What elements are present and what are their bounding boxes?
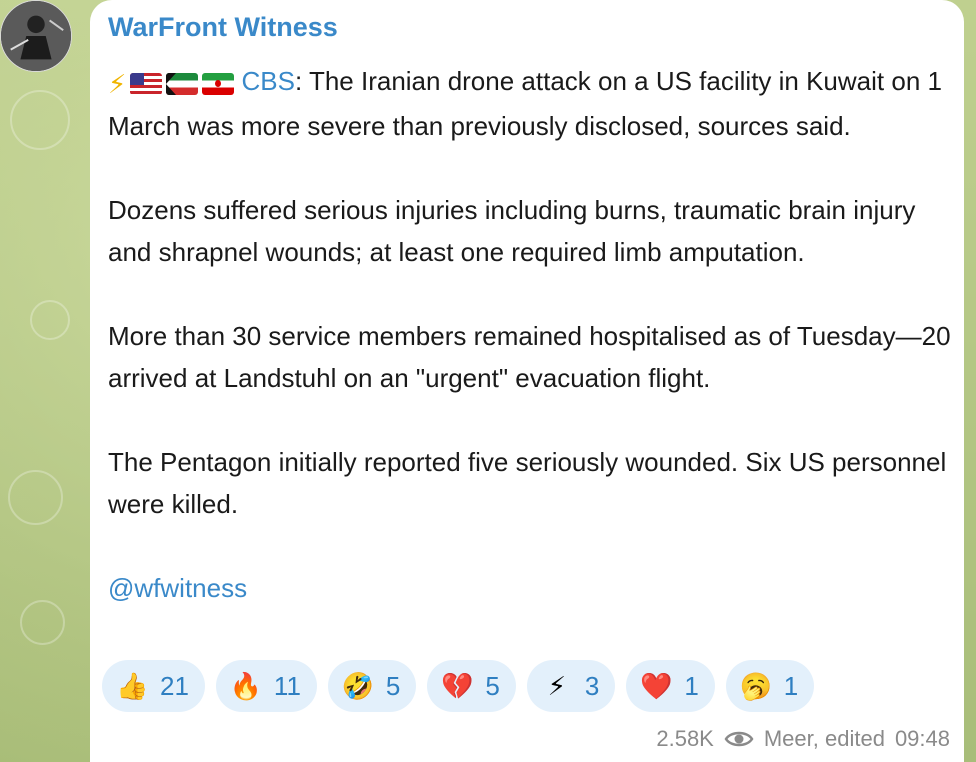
lightning-icon: ⚡ bbox=[108, 69, 127, 99]
wallpaper-doodle bbox=[8, 470, 63, 525]
flag-emojis: ⚡ bbox=[108, 63, 235, 105]
rofl-icon: 🤣 bbox=[341, 671, 375, 701]
reaction-count: 5 bbox=[385, 670, 401, 701]
reaction-count: 11 bbox=[273, 670, 301, 701]
message-time: 09:48 bbox=[894, 726, 950, 751]
reaction-count: 21 bbox=[160, 670, 189, 701]
avatar-image-icon bbox=[1, 1, 71, 71]
view-count: 2.58K bbox=[656, 726, 714, 751]
channel-avatar[interactable] bbox=[0, 0, 72, 72]
message-paragraph-4: The Pentagon initially reported five ser… bbox=[108, 447, 947, 519]
iran-flag-icon bbox=[202, 73, 235, 95]
reaction-thumbs-up[interactable]: 👍 21 bbox=[102, 660, 205, 712]
thumbs-up-icon: 👍 bbox=[116, 671, 149, 701]
broken-heart-icon: 💔 bbox=[441, 671, 474, 701]
reaction-yawning-face[interactable]: 🥱 1 bbox=[725, 660, 815, 712]
edited-label: Meer, edited bbox=[763, 726, 885, 751]
yawning-face-icon: 🥱 bbox=[739, 671, 773, 701]
reaction-fire[interactable]: 🔥 11 bbox=[215, 660, 317, 712]
reaction-count: 3 bbox=[584, 670, 600, 701]
message-paragraph-lead: ⚡ CBS: The Iranian drone attack on a US … bbox=[108, 60, 953, 147]
reaction-lightning[interactable]: ⚡ 3 bbox=[526, 660, 616, 712]
lightning-icon: ⚡ bbox=[547, 671, 566, 701]
eye-icon bbox=[724, 731, 754, 747]
message-paragraph-3: More than 30 service members remained ho… bbox=[108, 321, 951, 393]
reaction-rofl[interactable]: 🤣 5 bbox=[327, 660, 417, 712]
wallpaper-doodle bbox=[30, 300, 70, 340]
us-flag-icon bbox=[130, 73, 163, 95]
reaction-count: 1 bbox=[684, 670, 699, 701]
channel-name[interactable]: WarFront Witness bbox=[108, 12, 338, 43]
kuwait-flag-icon bbox=[166, 73, 199, 95]
reaction-count: 1 bbox=[783, 670, 799, 701]
reaction-broken-heart[interactable]: 💔 5 bbox=[427, 660, 516, 712]
channel-handle-link[interactable]: @wfwitness bbox=[108, 567, 953, 609]
reaction-count: 5 bbox=[485, 670, 500, 701]
source-link[interactable]: CBS bbox=[242, 66, 295, 96]
message-text: ⚡ CBS: The Iranian drone attack on a US … bbox=[108, 60, 953, 651]
wallpaper-doodle bbox=[20, 600, 65, 645]
message-bubble: WarFront Witness ⚡ CBS: The Iranian dron… bbox=[90, 0, 964, 762]
message-meta: 2.58K Meer, edited 09:48 bbox=[656, 726, 950, 752]
reactions-bar: 👍 21 🔥 11 🤣 5 💔 5 ⚡ 3 ❤️ 1 🥱 1 bbox=[102, 660, 815, 712]
heart-icon: ❤️ bbox=[640, 671, 673, 701]
reaction-heart[interactable]: ❤️ 1 bbox=[626, 660, 715, 712]
message-paragraph-2: Dozens suffered serious injuries includi… bbox=[108, 195, 916, 267]
fire-icon: 🔥 bbox=[229, 671, 263, 701]
wallpaper-doodle bbox=[10, 90, 70, 150]
